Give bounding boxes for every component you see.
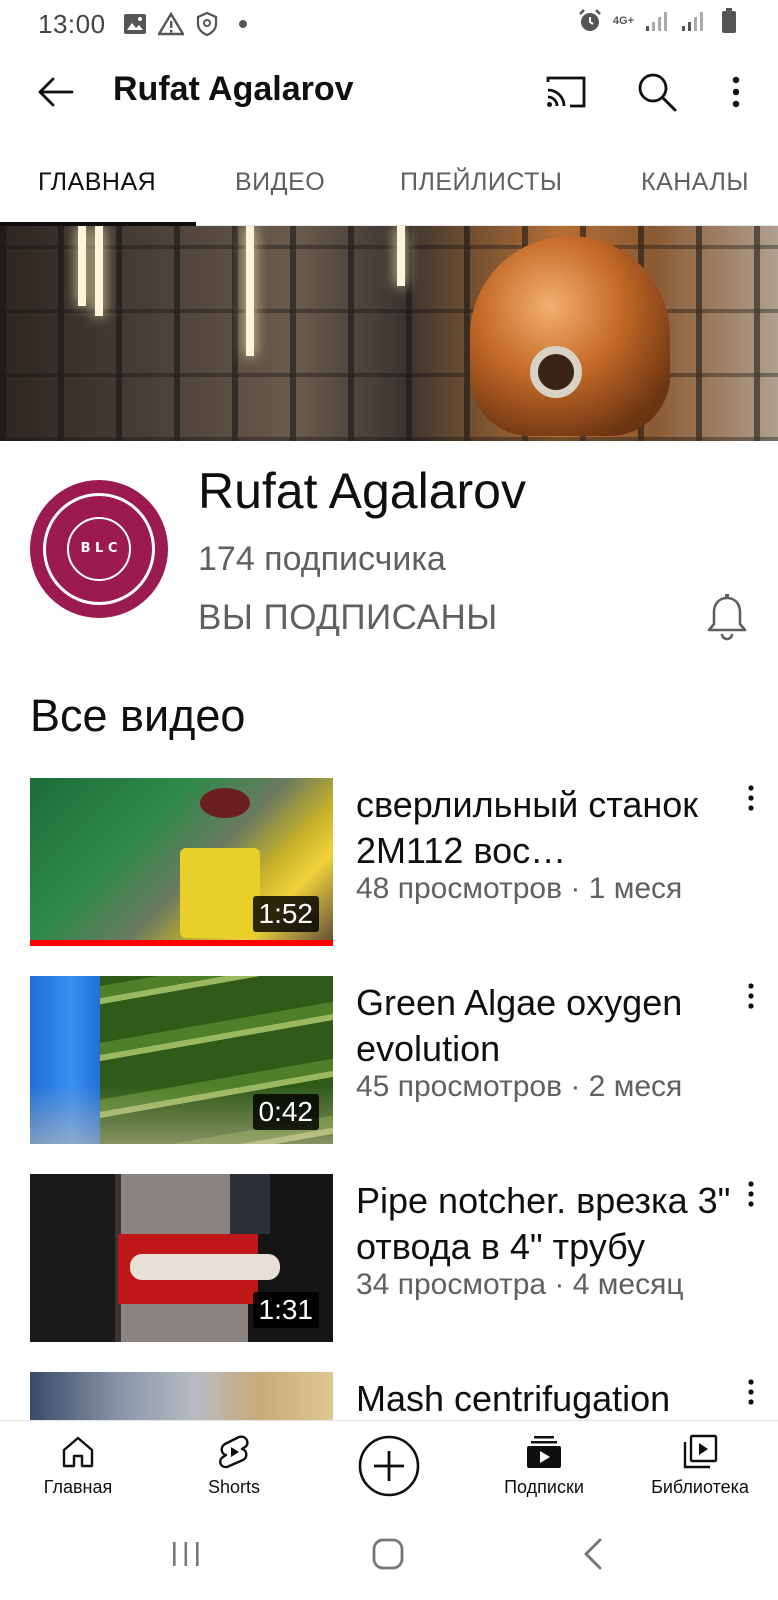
video-item[interactable]: 1:52 сверлильный станок 2М112 вос… 48 пр… [0, 778, 778, 946]
shield-icon [194, 11, 220, 37]
create-icon [358, 1435, 420, 1497]
tab-channels[interactable]: КАНАЛЫ [641, 168, 749, 197]
video-more-button[interactable] [738, 1178, 764, 1210]
subscribed-button[interactable]: ВЫ ПОДПИСАНЫ [198, 598, 498, 638]
cast-icon [546, 76, 586, 108]
tab-home[interactable]: ГЛАВНАЯ [38, 168, 156, 197]
nav-library[interactable]: Библиотека [622, 1421, 778, 1511]
channel-name: Rufat Agalarov [198, 463, 526, 519]
status-bar: 13:00 4G+ [0, 0, 778, 48]
nav-home[interactable]: Главная [0, 1421, 156, 1511]
app-bar: Rufat Agalarov [0, 48, 778, 136]
dot-icon [230, 11, 256, 37]
video-thumbnail[interactable]: 1:31 [30, 1174, 333, 1342]
cast-button[interactable] [542, 68, 590, 116]
video-more-button[interactable] [738, 980, 764, 1012]
subscriptions-icon [527, 1436, 561, 1468]
arrow-left-icon [38, 77, 74, 107]
more-vert-icon [748, 1181, 754, 1207]
video-meta: 48 просмотров · 1 меся [356, 872, 683, 905]
video-meta: 34 просмотра · 4 месяц [356, 1268, 684, 1301]
more-options-button[interactable] [712, 68, 760, 116]
back-button[interactable] [34, 70, 78, 114]
more-vert-icon [732, 76, 740, 108]
image-notification-icon [122, 11, 148, 37]
signal-icon [644, 8, 670, 34]
library-icon [683, 1434, 718, 1469]
video-more-button[interactable] [738, 1376, 764, 1408]
more-vert-icon [748, 1379, 754, 1405]
video-thumbnail[interactable]: 1:52 [30, 778, 333, 946]
channel-avatar[interactable]: B L C [30, 480, 168, 618]
bottom-navigation: Главная Shorts Подписки Библиотека [0, 1420, 778, 1510]
back-chevron-icon [584, 1538, 602, 1570]
video-item[interactable]: 0:42 Green Algae oxygen evolution 45 про… [0, 976, 778, 1144]
home-icon [62, 1436, 94, 1468]
recent-apps-icon [173, 1542, 199, 1566]
status-time: 13:00 [38, 8, 106, 39]
page-title: Rufat Agalarov [113, 70, 354, 108]
search-button[interactable] [633, 68, 681, 116]
battery-icon [716, 8, 742, 34]
video-item[interactable]: Mash centrifugation [0, 1372, 778, 1420]
home-square-icon [372, 1538, 404, 1570]
video-thumbnail[interactable] [30, 1372, 333, 1420]
nav-library-label: Библиотека [651, 1477, 749, 1497]
video-item[interactable]: 1:31 Pipe notcher. врезка 3" отвода в 4"… [0, 1174, 778, 1342]
video-duration: 0:42 [252, 1094, 319, 1130]
nav-shorts-label: Shorts [207, 1477, 261, 1497]
nav-shorts[interactable]: Shorts [156, 1421, 312, 1511]
video-title[interactable]: сверлильный станок 2М112 вос… [356, 782, 736, 874]
signal-icon-2 [680, 8, 706, 34]
system-navigation-bar [0, 1510, 778, 1600]
video-title[interactable]: Pipe notcher. врезка 3" отвода в 4" труб… [356, 1178, 736, 1270]
watch-progress-bar [30, 940, 333, 946]
channel-banner [0, 226, 778, 441]
nav-home-label: Главная [43, 1477, 113, 1497]
video-duration: 1:52 [252, 896, 319, 932]
subscriber-count: 174 подписчика [198, 540, 446, 578]
nav-create[interactable] [311, 1421, 467, 1511]
home-system-button[interactable] [370, 1536, 406, 1572]
system-back-button[interactable] [578, 1536, 610, 1572]
more-vert-icon [748, 785, 754, 811]
network-type-label: 4G+ [612, 15, 634, 27]
video-duration: 1:31 [252, 1292, 319, 1328]
search-icon [638, 73, 677, 112]
video-title[interactable]: Green Algae oxygen evolution [356, 980, 736, 1072]
recent-apps-button[interactable] [170, 1538, 202, 1570]
nav-subscriptions[interactable]: Подписки [466, 1421, 622, 1511]
tab-playlists[interactable]: ПЛЕЙЛИСТЫ [400, 168, 563, 197]
video-title[interactable]: Mash centrifugation [356, 1376, 736, 1420]
video-thumbnail[interactable]: 0:42 [30, 976, 333, 1144]
more-vert-icon [748, 983, 754, 1009]
video-meta: 45 просмотров · 2 меся [356, 1070, 683, 1103]
video-more-button[interactable] [738, 782, 764, 814]
avatar-letters: B L C [80, 541, 118, 556]
nav-subscriptions-label: Подписки [504, 1477, 584, 1497]
tab-videos[interactable]: ВИДЕО [235, 168, 325, 197]
notification-bell-button[interactable] [706, 594, 748, 642]
shorts-icon [219, 1435, 249, 1469]
bell-icon [707, 594, 747, 641]
warning-icon [157, 11, 184, 37]
alarm-icon [577, 8, 603, 34]
all-videos-heading: Все видео [30, 690, 246, 741]
channel-tabs: ГЛАВНАЯ ВИДЕО ПЛЕЙЛИСТЫ КАНАЛЫ [0, 136, 778, 226]
